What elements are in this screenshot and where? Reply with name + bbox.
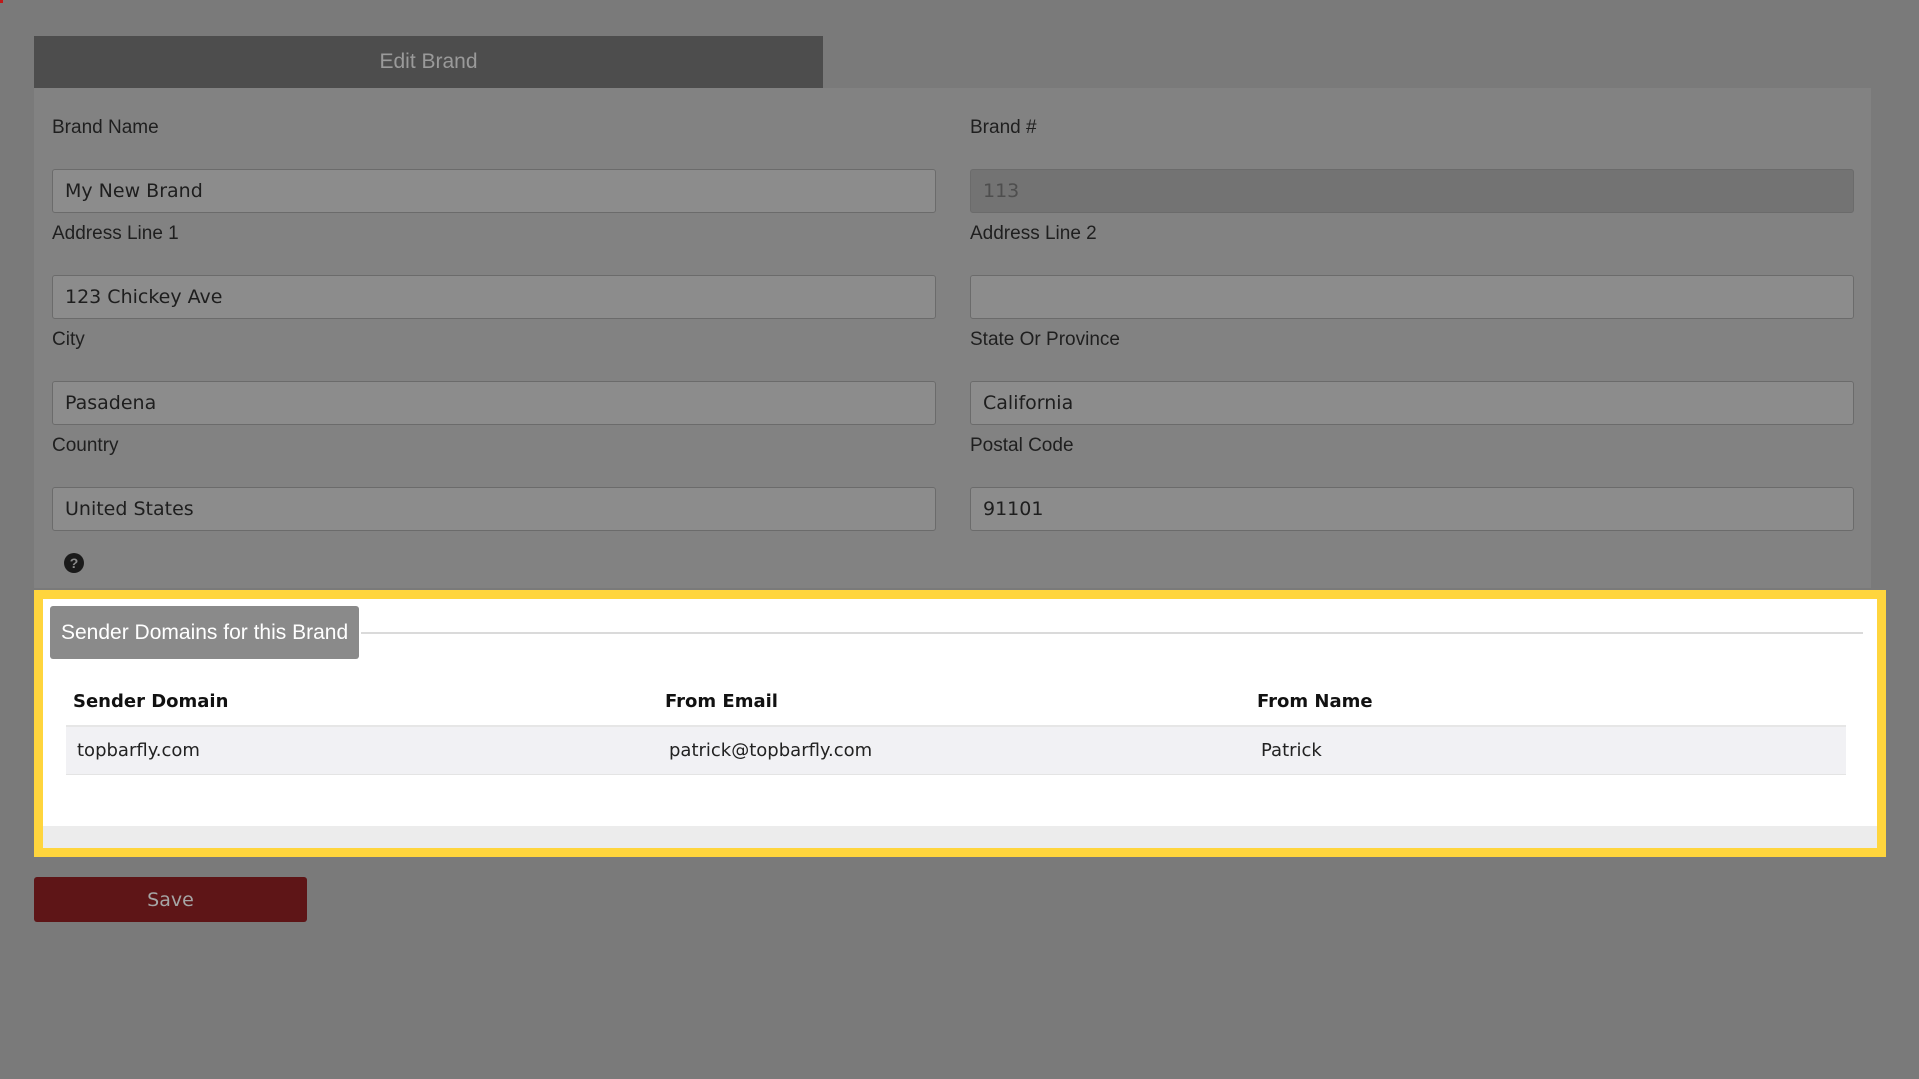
sender-domain-cell: topbarfly.com <box>77 740 200 761</box>
address-line-1-field: Address Line 1 123 Chickey Ave <box>52 223 936 319</box>
column-header-from-name: From Name <box>1257 690 1373 712</box>
sender-domains-title: Sender Domains for this Brand <box>50 606 360 659</box>
brand-number-field: Brand # 113 <box>970 117 1854 213</box>
city-input[interactable]: Pasadena <box>52 381 936 425</box>
state-label: State Or Province <box>970 329 1120 350</box>
from-name-cell: Patrick <box>1261 740 1322 761</box>
address-line-1-input[interactable]: 123 Chickey Ave <box>52 275 936 319</box>
city-label: City <box>52 329 85 350</box>
save-button-label: Save <box>147 888 194 911</box>
address-line-2-field: Address Line 2 <box>970 223 1854 319</box>
table-header: Sender Domain From Email From Name <box>66 677 1846 727</box>
state-input[interactable]: California <box>970 381 1854 425</box>
table-row[interactable]: topbarfly.com patrick@topbarfly.com Patr… <box>66 727 1846 775</box>
postal-code-label: Postal Code <box>970 435 1074 456</box>
sender-domains-section: Sender Domains for this Brand Sender Dom… <box>34 590 1886 857</box>
brand-name-field: Brand Name My New Brand <box>52 117 936 213</box>
country-input[interactable]: United States <box>52 487 936 531</box>
brand-name-label: Brand Name <box>52 117 159 138</box>
postal-code-field: Postal Code 91101 <box>970 435 1854 531</box>
brand-number-input: 113 <box>970 169 1854 213</box>
page-title: Edit Brand <box>379 50 478 73</box>
column-header-sender-domain: Sender Domain <box>73 690 229 712</box>
save-button[interactable]: Save <box>34 877 307 922</box>
address-line-2-input[interactable] <box>970 275 1854 319</box>
brand-name-input[interactable]: My New Brand <box>52 169 936 213</box>
sender-domains-card: Sender Domains for this Brand Sender Dom… <box>43 599 1877 826</box>
question-circle-icon[interactable]: ? <box>64 553 84 573</box>
corner-mark <box>0 0 3 3</box>
brand-number-label: Brand # <box>970 117 1037 138</box>
address-line-2-label: Address Line 2 <box>970 223 1097 244</box>
section-divider <box>361 632 1863 634</box>
sender-domains-table: Sender Domain From Email From Name topba… <box>66 677 1846 775</box>
country-field: Country United States <box>52 435 936 531</box>
city-field: City Pasadena <box>52 329 936 425</box>
state-field: State Or Province California <box>970 329 1854 425</box>
address-line-1-label: Address Line 1 <box>52 223 179 244</box>
country-label: Country <box>52 435 119 456</box>
edit-brand-page: Edit Brand Brand Name My New Brand Brand… <box>0 0 1919 1079</box>
from-email-cell: patrick@topbarfly.com <box>669 740 873 761</box>
edit-brand-header: Edit Brand <box>34 36 823 88</box>
sender-domains-title-text: Sender Domains for this Brand <box>61 620 349 644</box>
postal-code-input[interactable]: 91101 <box>970 487 1854 531</box>
column-header-from-email: From Email <box>665 690 778 712</box>
